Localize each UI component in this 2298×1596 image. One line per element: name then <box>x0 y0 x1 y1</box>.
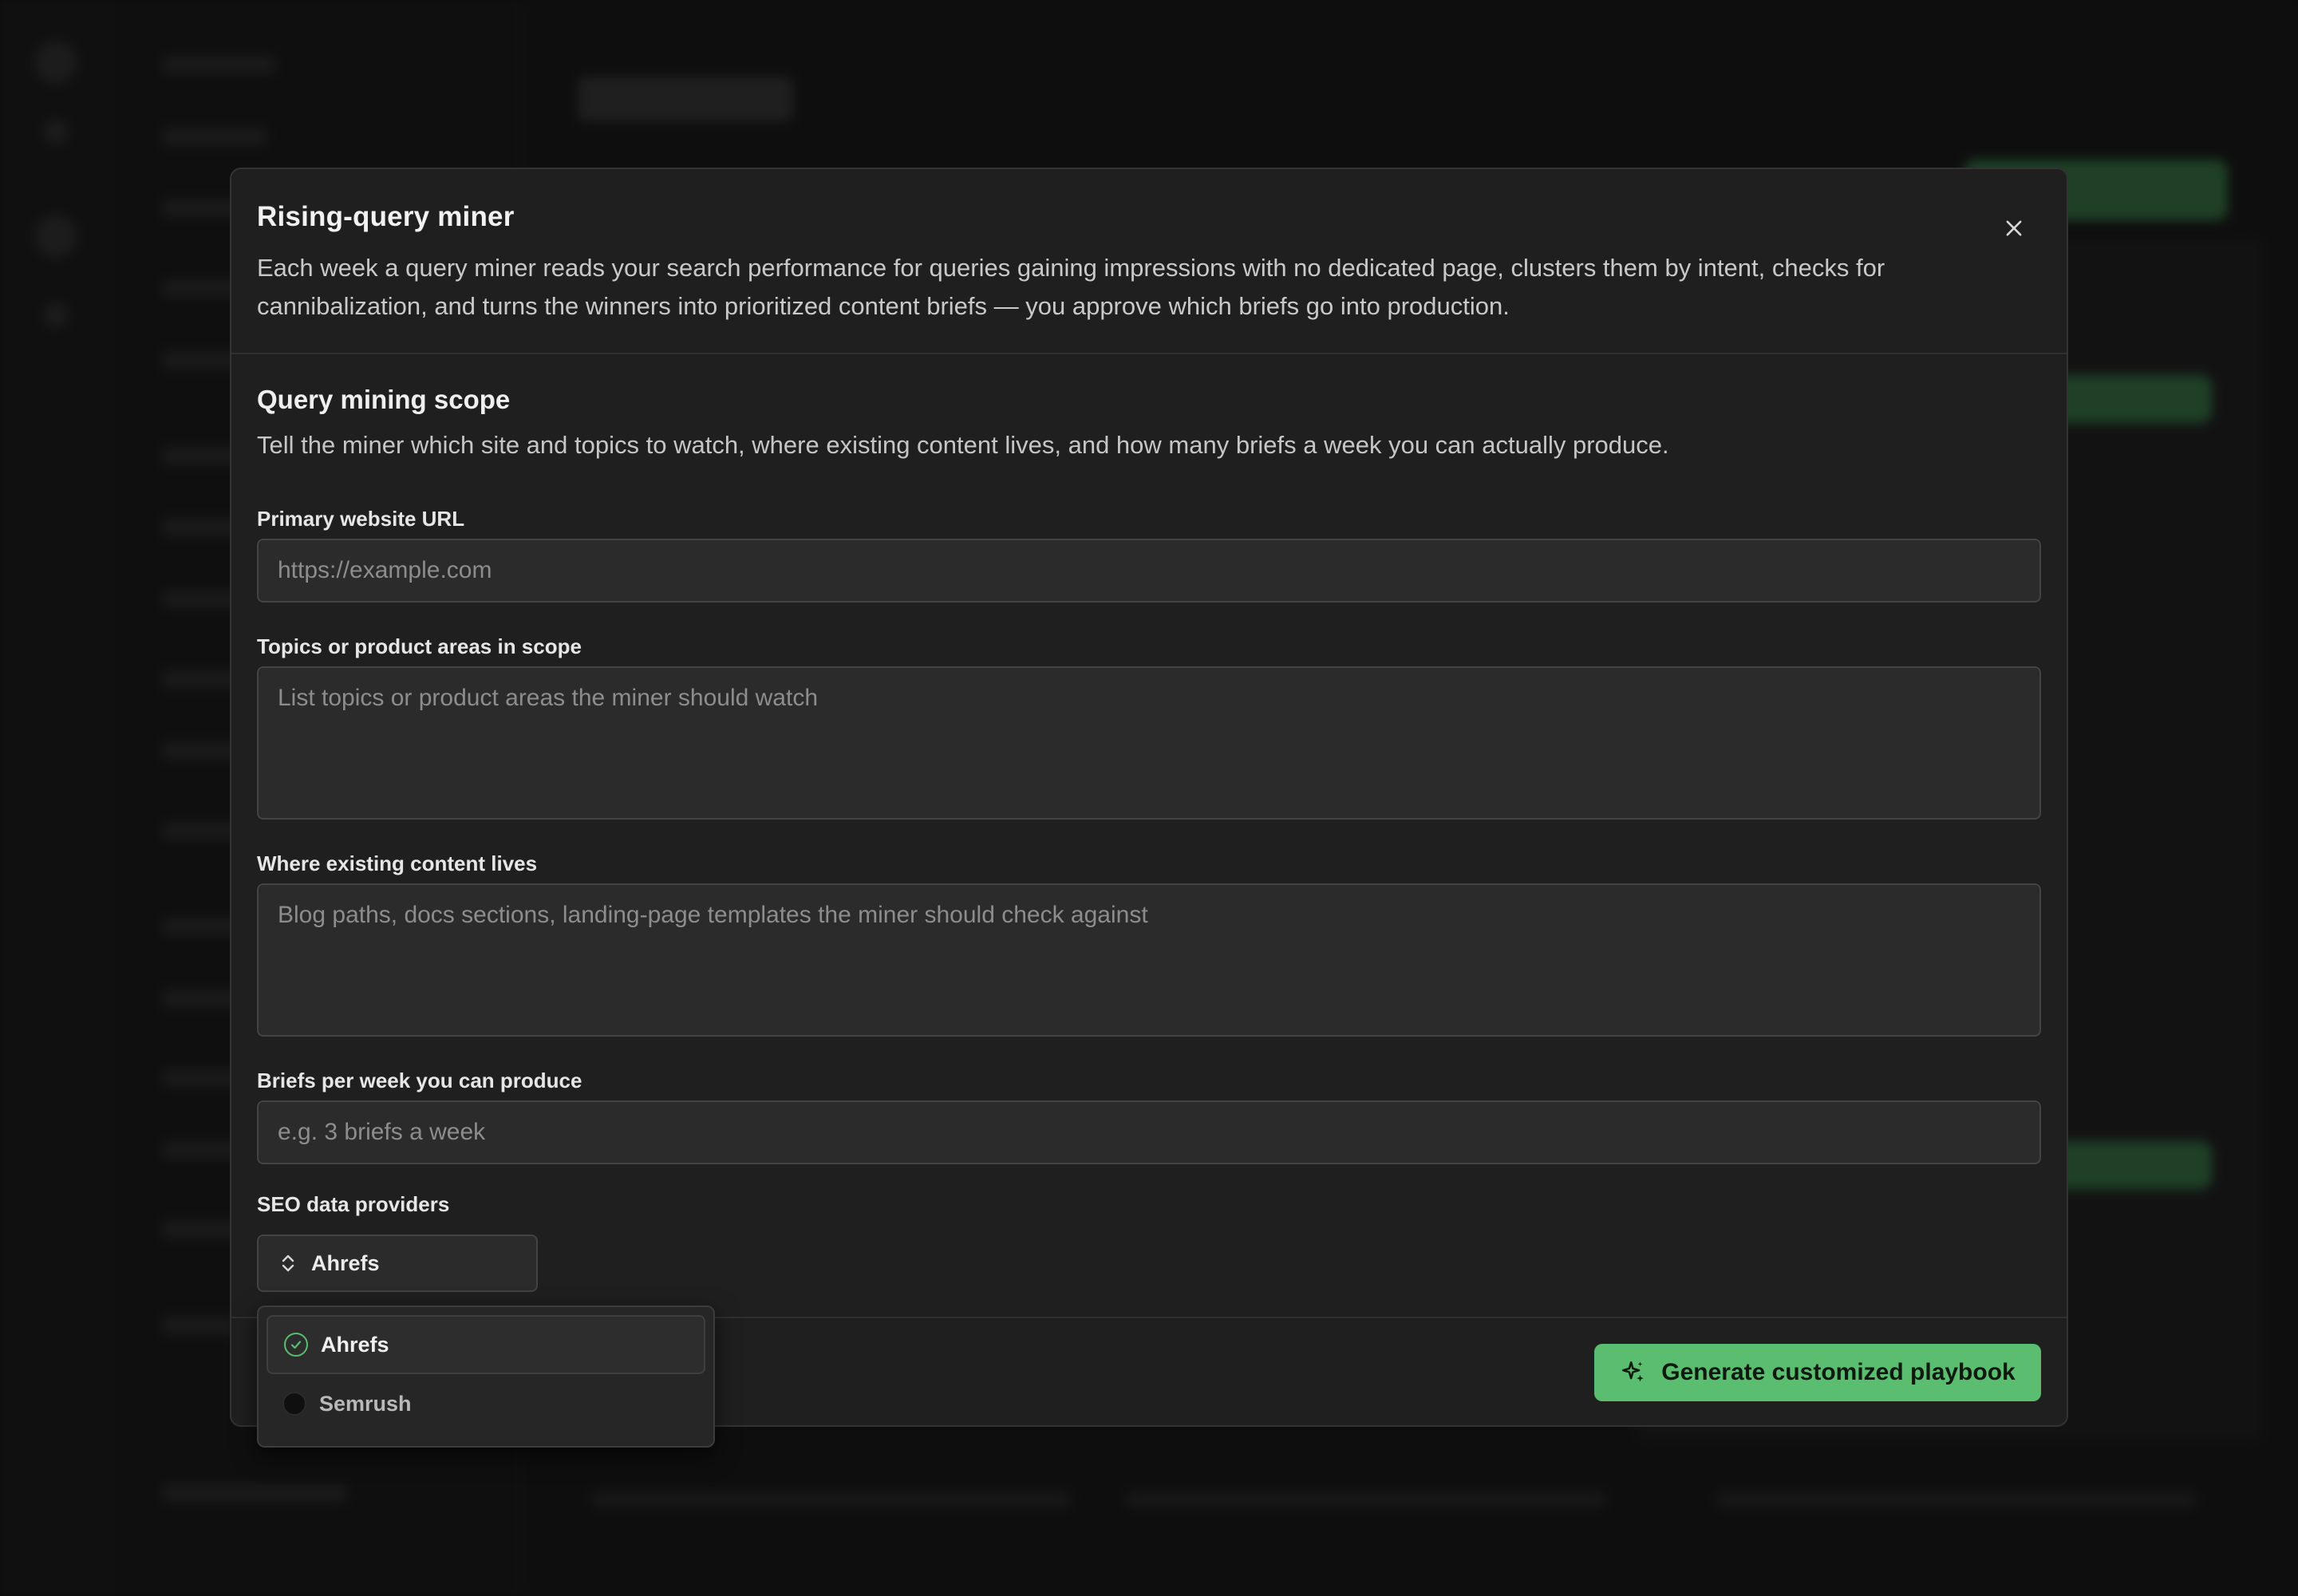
provider-option-semrush[interactable]: Semrush <box>267 1374 705 1433</box>
seo-providers-selected-value: Ahrefs <box>311 1250 380 1275</box>
sparkles-icon <box>1622 1361 1645 1382</box>
existing-content-label: Where existing content lives <box>257 851 538 875</box>
modal-description: Each week a query miner reads your searc… <box>257 254 1885 320</box>
provider-option-ahrefs[interactable]: Ahrefs <box>267 1315 705 1374</box>
seo-providers-select[interactable]: Ahrefs <box>257 1235 538 1292</box>
generate-playbook-label: Generate customized playbook <box>1661 1359 2016 1385</box>
modal-title: Rising-query miner <box>257 201 515 232</box>
check-circle-icon <box>284 1333 308 1357</box>
seo-providers-label: SEO data providers <box>257 1192 450 1216</box>
topics-textarea[interactable] <box>257 666 2041 820</box>
section-title: Query mining scope <box>257 385 511 414</box>
provider-option-label: Ahrefs <box>321 1332 389 1357</box>
briefs-per-week-label: Briefs per week you can produce <box>257 1069 582 1092</box>
existing-content-textarea[interactable] <box>257 883 2041 1037</box>
website-url-input[interactable] <box>257 539 2041 602</box>
topics-label: Topics or product areas in scope <box>257 634 582 658</box>
background-rail <box>0 0 112 1596</box>
rising-query-miner-modal: Rising-query miner Each week a query min… <box>230 168 2068 1448</box>
section-description: Tell the miner which site and topics to … <box>257 431 1669 459</box>
generate-playbook-button[interactable]: Generate customized playbook <box>1594 1344 2041 1401</box>
close-button[interactable] <box>1992 206 2036 251</box>
website-url-label: Primary website URL <box>257 507 465 531</box>
chevron-up-down-icon <box>282 1254 294 1272</box>
provider-option-label: Semrush <box>319 1391 412 1416</box>
close-icon <box>2006 220 2022 236</box>
briefs-per-week-input[interactable] <box>257 1100 2041 1164</box>
modal-header: Rising-query miner Each week a query min… <box>231 169 2067 354</box>
unchecked-circle-icon <box>282 1392 306 1416</box>
seo-providers-dropdown: Ahrefs Semrush <box>257 1306 715 1448</box>
